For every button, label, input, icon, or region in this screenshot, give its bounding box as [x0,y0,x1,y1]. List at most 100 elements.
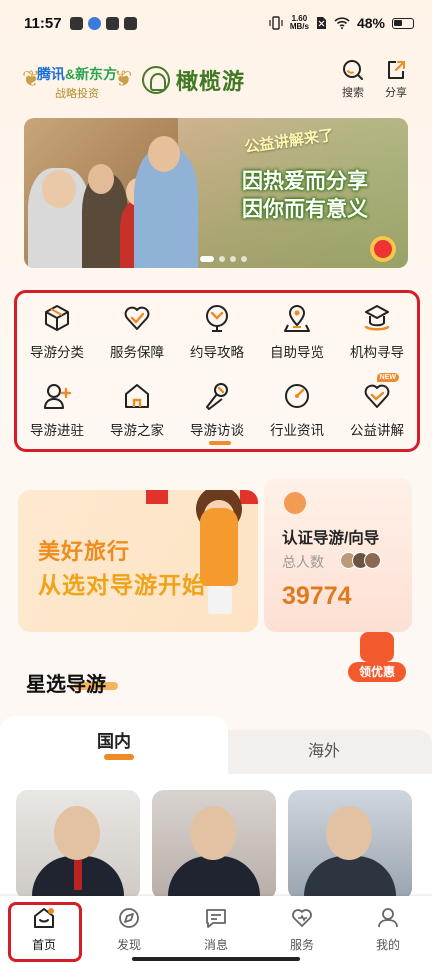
promo-card-travel[interactable]: 美好旅行 从选对导游开始 [18,490,258,632]
battery-percent: 48% [356,15,385,31]
banner-line-2: 因你而有意义 [242,198,368,221]
app-logo: 橄榄游 [142,64,245,96]
system-home-indicator[interactable] [132,957,300,961]
category-self-guided-tour[interactable]: 自助导览 [257,301,337,365]
category-service-guarantee[interactable]: 服务保障 [97,301,177,365]
status-bar: 11:57 1.60 MB/s 48% [0,0,432,46]
category-industry-news[interactable]: 行业资讯 [257,379,337,443]
discover-icon [119,908,139,928]
category-label: 导游分类 [30,345,84,360]
share-icon [388,61,405,79]
category-label: 约导攻略 [190,345,244,360]
guide-photo-body [168,856,260,900]
active-tab-indicator [104,754,134,760]
banner-dot [200,256,214,262]
category-label: 公益讲解 [350,423,404,438]
tabbar-discover[interactable]: 发现 [99,906,159,953]
guide-photo-tie [74,860,82,890]
tabbar-message[interactable]: 消息 [186,906,246,953]
tabbar-label: 我的 [375,938,400,952]
certified-guides-card[interactable]: 认证导游/向导 总人数 39774 [264,478,412,632]
share-label: 分享 [385,87,407,99]
olive-logo-icon [142,66,170,94]
no-sim-icon [316,17,326,29]
tabbar-label: 服务 [289,938,314,952]
video-notification-icon [105,16,119,30]
banner-pagination [200,256,247,262]
guide-list [0,774,432,900]
partner-xdf: 新东方 [75,66,118,82]
search-label: 搜索 [342,87,364,99]
building-icon [362,303,392,333]
laurel-left-icon: ❦ [22,66,41,91]
compass-icon [202,303,232,333]
user-add-icon [42,381,72,411]
banner-dot [230,256,236,262]
category-guide-home[interactable]: 导游之家 [97,379,177,443]
search-button[interactable]: 搜索 [336,58,370,100]
total-count: 39774 [282,582,352,610]
guide-card[interactable] [152,790,276,900]
category-label: 导游之家 [110,423,164,438]
flag-icon [146,490,168,504]
guide-avatars [340,552,381,569]
box-icon [42,303,72,333]
mail-notification-icon [123,16,137,30]
heart-hands-icon [362,381,392,411]
header: ❦ ❦ 腾讯&新东方 战略投资 橄榄游 搜索 分享 [0,56,432,106]
category-label: 导游访谈 [190,423,244,438]
certified-guides-title: 认证导游/向导 [282,530,380,547]
tab-label: 海外 [307,743,340,760]
wifi-icon [334,17,350,29]
info-dial-icon [282,381,312,411]
search-icon [343,60,363,80]
logo-text: 橄榄游 [176,69,246,94]
gift-icon [360,632,394,662]
app-notification-icon [69,16,83,30]
category-label: 服务保障 [110,345,164,360]
banner-dot [219,256,225,262]
category-guide-join[interactable]: 导游进驻 [17,379,97,443]
status-right: 1.60 MB/s 48% [269,15,414,31]
guide-photo-body [304,856,396,900]
banner-line-1: 因热爱而分享 [242,170,368,193]
category-guide-types[interactable]: 导游分类 [17,301,97,365]
category-agency-search[interactable]: 机构寻导 [337,301,417,365]
partner-tencent: 腾讯 [36,66,65,82]
message-icon [206,909,226,928]
tabbar-service[interactable]: 服务 [272,906,332,953]
banner-title: 因热爱而分享 因你而有意义 [210,162,400,230]
category-guide-interview[interactable]: 导游访谈 [177,379,257,443]
guide-photo-head [54,806,100,860]
tab-abroad[interactable]: 海外 [216,730,432,774]
home-icon [122,381,152,411]
battery-icon [392,17,414,29]
get-coupon-button[interactable]: 领优惠 [348,632,406,682]
banner-dot [241,256,247,262]
promo-banner[interactable]: 公益讲解来了 因热爱而分享 因你而有意义 [24,118,408,268]
category-label: 自助导览 [270,345,324,360]
vibrate-icon [269,16,283,30]
guide-card[interactable] [16,790,140,900]
category-booking-guide[interactable]: 约导攻略 [177,301,257,365]
banner-guide-head [148,136,180,172]
tab-domestic[interactable]: 国内 [0,716,228,774]
region-tabs: 海外 国内 [0,716,432,774]
category-public-welfare-tours[interactable]: NEW 公益讲解 [337,373,417,443]
tab-label: 国内 [97,732,131,751]
category-grid: 导游分类 服务保障 约导攻略 自助导览 机构寻导 导游进驻 导游之家 导游访谈 [14,290,420,452]
share-button[interactable]: 分享 [379,58,413,100]
tabbar-mine[interactable]: 我的 [358,906,418,953]
laurel-right-icon: ❦ [113,66,132,91]
section-title-text: 星选导游 [26,674,106,696]
network-speed: 1.60 MB/s [290,15,309,31]
guide-photo-head [190,806,236,860]
total-count-label: 总人数 [282,554,324,570]
category-page-indicator [209,441,231,445]
tabbar-label: 发现 [116,938,141,952]
guide-card[interactable] [288,790,412,900]
category-label: 行业资讯 [270,423,324,438]
coupon-label: 领优惠 [348,662,406,682]
flower-icon [370,236,396,262]
partner-amp: & [64,66,76,82]
